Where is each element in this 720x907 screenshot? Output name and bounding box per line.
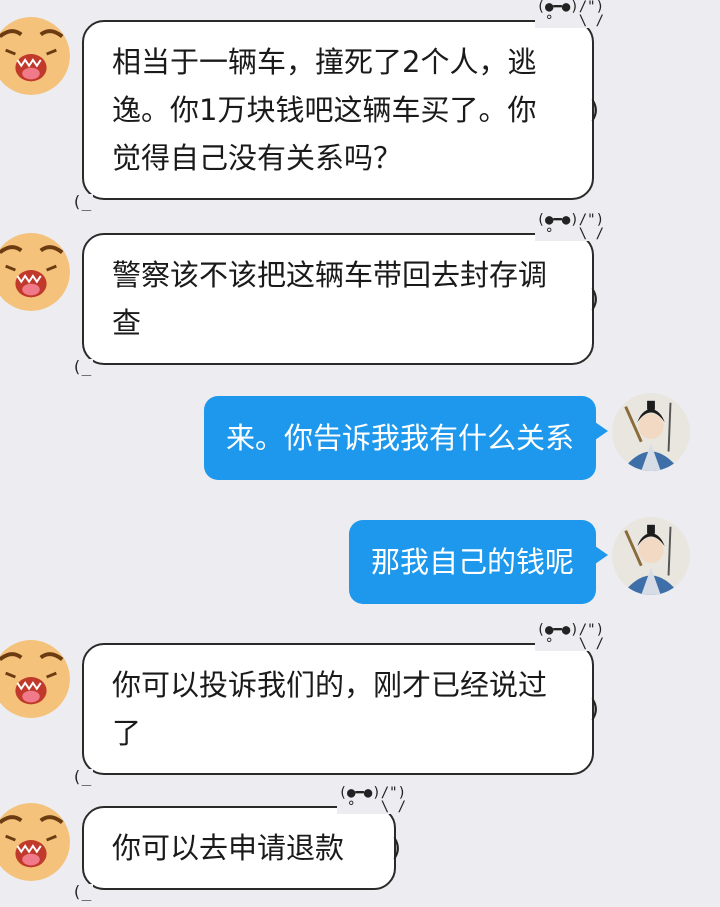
bubble-decoration-corner: (_ bbox=[70, 357, 94, 376]
bubble-decoration-face: (●━●)/") ° \ / bbox=[336, 785, 408, 815]
message-text: 相当于一辆车，撞死了2个人，逃逸。你1万块钱吧这辆车买了。你觉得自己没有关系吗？ bbox=[112, 45, 537, 175]
bubble-decoration-bracket: ) bbox=[391, 834, 401, 862]
swordsman-avatar[interactable] bbox=[612, 517, 690, 595]
message-text: 那我自己的钱呢 bbox=[370, 545, 574, 579]
bubble-decoration-bracket: ) bbox=[589, 695, 599, 723]
bubble-decoration-face: (●━●)/") ° \ / bbox=[534, 0, 606, 29]
message-text: 你可以投诉我们的，刚才已经说过了 bbox=[112, 668, 548, 750]
tiger-avatar[interactable] bbox=[0, 233, 70, 311]
message-bubble-outgoing[interactable]: 来。你告诉我我有什么关系 bbox=[203, 396, 609, 480]
message-text: 警察该不该把这辆车带回去封存调查 bbox=[112, 258, 548, 340]
message-bubble-incoming[interactable]: 相当于一辆车，撞死了2个人，逃逸。你1万块钱吧这辆车买了。你觉得自己没有关系吗？… bbox=[70, 0, 606, 210]
bubble-decoration-corner: (_ bbox=[70, 882, 94, 901]
bubble-decoration-bracket: ) bbox=[589, 96, 599, 124]
tiger-avatar[interactable] bbox=[0, 803, 70, 881]
message-text: 你可以去申请退款 bbox=[112, 831, 345, 865]
swordsman-avatar[interactable] bbox=[612, 393, 690, 471]
tiger-avatar[interactable] bbox=[0, 17, 70, 95]
message-bubble-incoming[interactable]: 你可以去申请退款 (●━●)/") ° \ / (_ ) bbox=[70, 786, 408, 900]
bubble-decoration-corner: (_ bbox=[70, 767, 94, 786]
message-bubble-incoming[interactable]: 你可以投诉我们的，刚才已经说过了 (●━●)/") ° \ / (_ ) bbox=[70, 623, 606, 785]
message-bubble-outgoing[interactable]: 那我自己的钱呢 bbox=[348, 520, 609, 604]
tiger-avatar[interactable] bbox=[0, 640, 70, 718]
message-bubble-incoming[interactable]: 警察该不该把这辆车带回去封存调查 (●━●)/") ° \ / (_ ) bbox=[70, 213, 606, 375]
bubble-decoration-face: (●━●)/") ° \ / bbox=[534, 622, 606, 652]
bubble-decoration-corner: (_ bbox=[70, 192, 94, 211]
message-text: 来。你告诉我我有什么关系 bbox=[225, 421, 574, 455]
bubble-decoration-face: (●━●)/") ° \ / bbox=[534, 212, 606, 242]
bubble-decoration-bracket: ) bbox=[589, 285, 599, 313]
